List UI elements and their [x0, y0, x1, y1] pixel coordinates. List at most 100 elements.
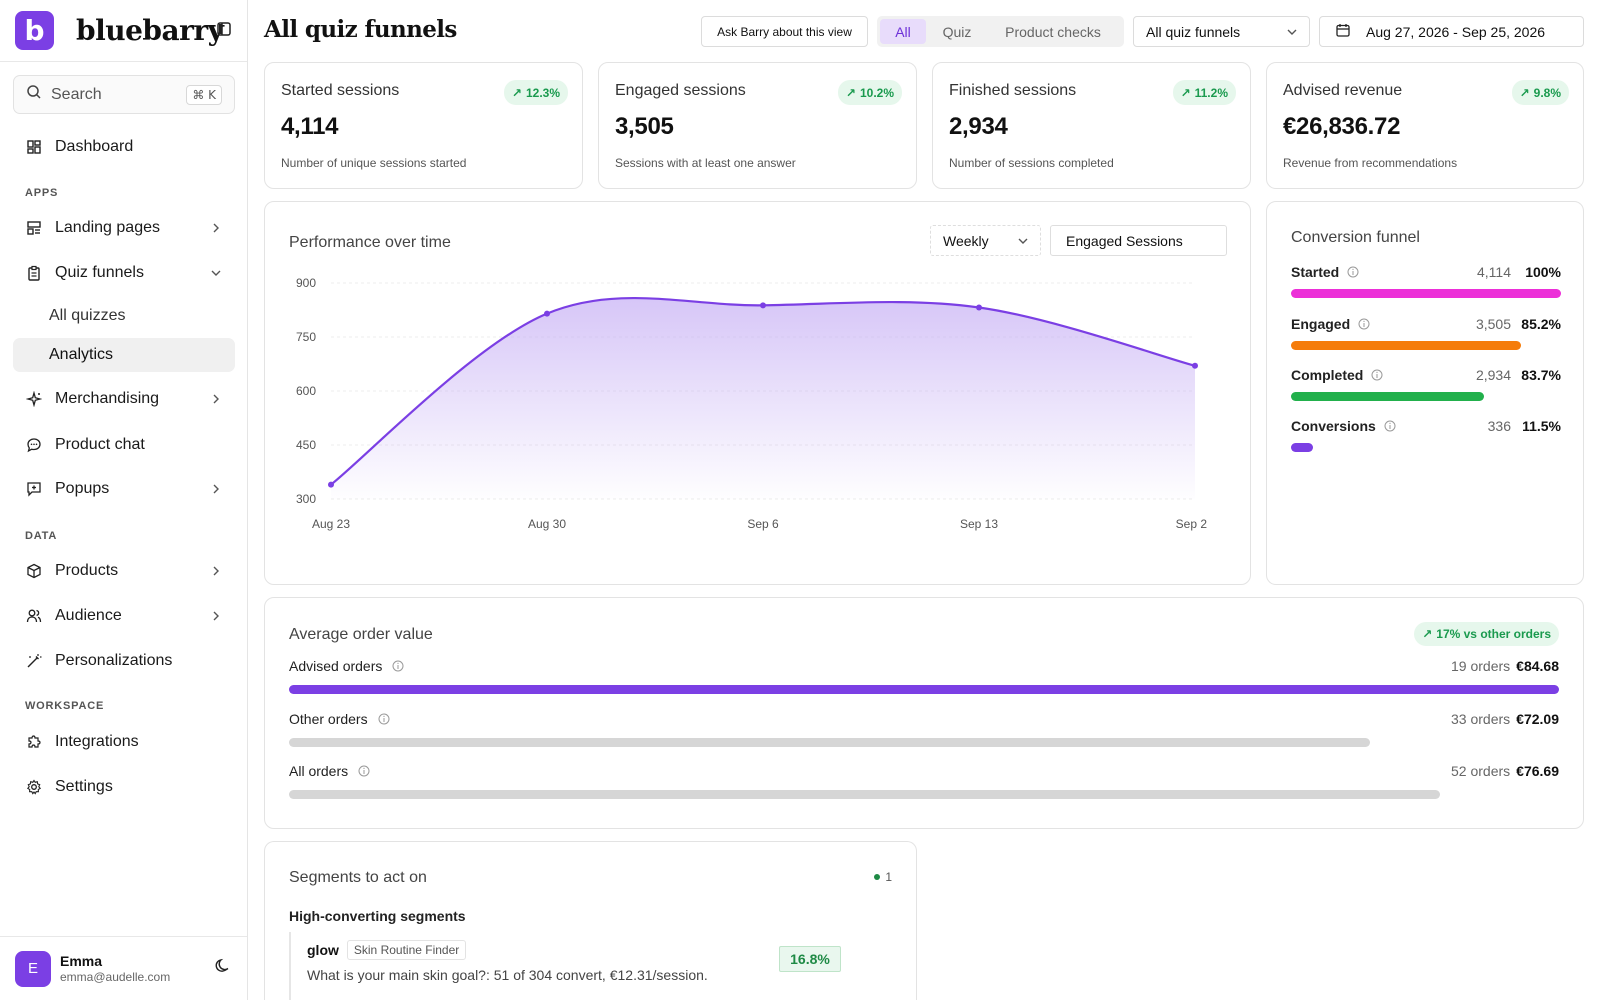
- kpi-card-revenue: Advised revenue ↗ 9.8% €26,836.72 Revenue…: [1266, 62, 1584, 189]
- aov-row-value: €84.68: [1516, 658, 1559, 674]
- funnel-select-value: All quiz funnels: [1146, 23, 1241, 40]
- funnel-row-count: 336: [1487, 418, 1511, 434]
- sidebar-item-integrations[interactable]: Integrations: [13, 724, 235, 760]
- sidebar-item-product-chat[interactable]: Product chat: [13, 427, 235, 463]
- puzzle-icon: [25, 733, 43, 751]
- kpi-change-badge: ↗ 9.8%: [1511, 80, 1569, 105]
- info-icon[interactable]: [358, 765, 370, 777]
- kpi-title: Finished sessions: [949, 82, 1077, 99]
- date-range-value: Aug 27, 2026 - Sep 25, 2026: [1366, 23, 1546, 40]
- info-icon[interactable]: [1384, 420, 1396, 432]
- sidebar-item-settings[interactable]: Settings: [13, 769, 235, 805]
- aov-row: Advised orders 19 orders €84.68: [289, 658, 1559, 694]
- user-profile[interactable]: E Emma emma@audelle.com: [0, 936, 247, 1000]
- user-email: emma@audelle.com: [60, 970, 171, 984]
- funnel-row-percent: 85.2%: [1521, 316, 1561, 332]
- funnel-bar: [1291, 392, 1484, 401]
- x-tick-label: Aug 30: [528, 517, 566, 531]
- aov-row-label: Other orders: [289, 711, 368, 727]
- kpi-change-badge: ↗ 10.2%: [837, 80, 902, 105]
- sidebar-item-dashboard[interactable]: Dashboard: [13, 129, 235, 165]
- funnel-row-percent: 83.7%: [1521, 367, 1561, 383]
- tab-product-checks[interactable]: Product checks: [988, 19, 1118, 44]
- performance-chart: 900 750 600 450 300 Aug 23 Aug 30 Sep 6 Sep 13 Se…: [296, 276, 1208, 531]
- y-tick-label: 300: [296, 492, 316, 506]
- users-icon: [25, 607, 43, 625]
- funnel-row-label: Completed: [1291, 367, 1364, 383]
- aov-card: Average order value ↗ 17% vs other orders…: [264, 597, 1584, 829]
- brand: b bluebarry: [0, 0, 247, 62]
- chevron-right-icon: [209, 392, 223, 406]
- kpi-description: Number of sessions completed: [949, 156, 1114, 170]
- info-icon[interactable]: [1347, 266, 1359, 278]
- date-range-picker[interactable]: Aug 27, 2026 - Sep 25, 2026: [1319, 16, 1584, 47]
- box-icon: [25, 562, 43, 580]
- moon-icon[interactable]: [214, 957, 232, 980]
- kpi-change-badge: ↗ 11.2%: [1172, 80, 1236, 105]
- sidebar: b bluebarry Search ⌘ K Dashboard APPS La…: [0, 0, 248, 1000]
- aov-title: Average order value: [289, 626, 433, 643]
- segments-card: Segments to act on 1 High-converting seg…: [264, 841, 917, 1000]
- funnel-bar: [1291, 289, 1561, 298]
- page-title: All quiz funnels: [264, 16, 457, 43]
- sidebar-item-label: Popups: [55, 480, 110, 497]
- x-tick-label: Sep 2: [1176, 517, 1208, 531]
- chevron-right-icon: [209, 482, 223, 496]
- sidebar-collapse-icon[interactable]: [217, 22, 231, 41]
- sidebar-subitem-analytics[interactable]: Analytics: [13, 338, 235, 372]
- calendar-icon: [1336, 23, 1350, 40]
- kpi-value: 4,114: [281, 113, 339, 140]
- aov-row-value: €76.69: [1516, 763, 1559, 779]
- aov-row-label: Advised orders: [289, 658, 383, 674]
- section-label-workspace: WORKSPACE: [25, 700, 105, 712]
- chevron-down-icon: [1287, 24, 1297, 40]
- segment-item[interactable]: glow Skin Routine Finder What is your ma…: [289, 932, 871, 1000]
- funnel-title: Conversion funnel: [1291, 229, 1420, 246]
- sidebar-item-popups[interactable]: Popups: [13, 471, 235, 507]
- sidebar-item-label: Landing pages: [55, 219, 160, 236]
- segment-tag: Skin Routine Finder: [346, 940, 467, 960]
- funnel-row-count: 2,934: [1475, 367, 1511, 383]
- search-input[interactable]: Search ⌘ K: [13, 75, 235, 114]
- sidebar-item-landing-pages[interactable]: Landing pages: [13, 210, 235, 246]
- info-icon[interactable]: [378, 713, 390, 725]
- chart-data-point[interactable]: [328, 481, 334, 488]
- sidebar-subitem-all-quizzes[interactable]: All quizzes: [13, 299, 235, 333]
- magic-wand-icon: [25, 652, 43, 670]
- funnel-row-count: 4,114: [1477, 264, 1511, 280]
- info-icon[interactable]: [1358, 318, 1370, 330]
- funnel-row-label: Engaged: [1291, 316, 1351, 332]
- sidebar-item-audience[interactable]: Audience: [13, 598, 235, 634]
- user-name: Emma: [60, 953, 103, 969]
- aov-row-label: All orders: [289, 763, 349, 779]
- funnel-row: Completed 2,934 83.7%: [1291, 367, 1561, 401]
- info-icon[interactable]: [1371, 369, 1383, 381]
- funnel-select[interactable]: All quiz funnels: [1133, 16, 1310, 47]
- funnel-row-label: Conversions: [1291, 418, 1376, 434]
- kpi-title: Started sessions: [281, 82, 400, 99]
- aov-row-orders: 33 orders: [1451, 711, 1511, 727]
- chart-data-point[interactable]: [760, 302, 766, 309]
- info-icon[interactable]: [392, 660, 404, 672]
- app-logo[interactable]: b: [15, 11, 54, 50]
- tab-quiz[interactable]: Quiz: [926, 19, 988, 44]
- conversion-funnel-card: Conversion funnel Started 4,114 100% Engage…: [1266, 201, 1584, 585]
- sidebar-item-products[interactable]: Products: [13, 553, 235, 589]
- kpi-title: Engaged sessions: [615, 82, 746, 99]
- chart-data-point[interactable]: [1192, 362, 1198, 369]
- kpi-title: Advised revenue: [1283, 82, 1403, 99]
- sidebar-item-quiz-funnels[interactable]: Quiz funnels: [13, 255, 235, 291]
- kpi-value: 3,505: [615, 113, 674, 140]
- kpi-value: €26,836.72: [1283, 113, 1401, 140]
- arrow-up-right-icon: ↗: [845, 85, 856, 100]
- aov-row-value: €72.09: [1516, 711, 1559, 727]
- tab-all[interactable]: All: [880, 19, 926, 44]
- aov-row: All orders 52 orders €76.69: [289, 763, 1559, 799]
- chevron-right-icon: [209, 221, 223, 235]
- chart-data-point[interactable]: [976, 304, 982, 311]
- sidebar-item-merchandising[interactable]: Merchandising: [13, 381, 235, 417]
- chart-data-point[interactable]: [544, 310, 550, 317]
- sidebar-item-personalizations[interactable]: Personalizations: [13, 643, 235, 679]
- ask-barry-button[interactable]: Ask Barry about this view: [701, 16, 868, 47]
- segments-count: 1: [874, 870, 892, 884]
